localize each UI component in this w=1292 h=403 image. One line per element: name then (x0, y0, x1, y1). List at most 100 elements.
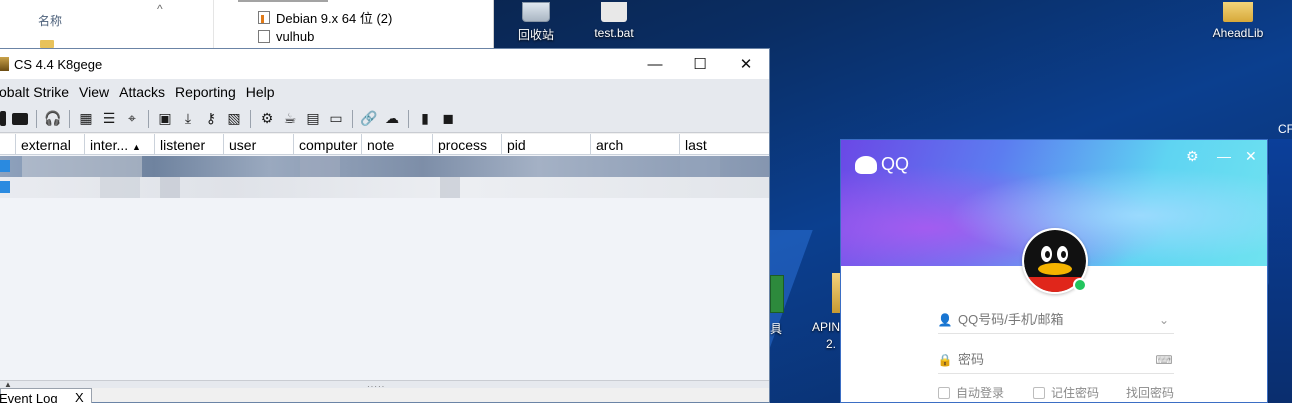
redacted-cell (22, 156, 142, 177)
column-note[interactable]: note (361, 134, 433, 155)
table-row[interactable] (0, 156, 769, 177)
toolbar-separator (408, 109, 409, 128)
column-internal[interactable]: inter... ▲ (84, 134, 154, 155)
folder-icon (832, 273, 840, 313)
desktop-icon-label: CF (1278, 122, 1292, 136)
menu-bar: obalt Strike View Attacks Reporting Help (0, 79, 769, 105)
password-input[interactable] (958, 352, 1154, 367)
settings-button[interactable]: ⚙ (1186, 148, 1199, 165)
tree-item-debian[interactable]: Debian 9.x 64 位 (2) (258, 8, 392, 26)
panel-splitter[interactable]: ▲ ····· (0, 380, 769, 391)
table-row[interactable] (0, 177, 769, 198)
account-input[interactable] (958, 312, 1154, 327)
window-title: CS 4.4 K8gege (14, 57, 103, 72)
toolbar-separator (69, 109, 70, 128)
book-icon[interactable]: ▮ (416, 110, 434, 128)
console-icon[interactable]: ▭ (327, 110, 345, 128)
checkbox[interactable] (938, 386, 950, 399)
tree-item-label: vulhub (276, 28, 315, 44)
minimize-button[interactable]: — (1217, 148, 1231, 164)
retrieve-password-link[interactable]: 找回密码 (1126, 384, 1174, 401)
checkbox[interactable] (1033, 386, 1045, 399)
session-table-icon[interactable]: ☰ (100, 110, 118, 128)
minimize-icon: — (1217, 148, 1231, 164)
remember-password-checkbox[interactable]: 记住密码 (1033, 384, 1099, 401)
gear-icon[interactable]: ⚙ (258, 110, 276, 128)
menu-reporting[interactable]: Reporting (170, 84, 241, 100)
close-icon: ✕ (1245, 148, 1257, 164)
qq-penguin-icon (855, 155, 877, 174)
folder-icon (1223, 2, 1253, 22)
column-name-label[interactable]: 名称 (38, 12, 62, 29)
coffee-icon[interactable]: ☕ (281, 110, 299, 128)
toolbar-separator (250, 109, 251, 128)
column-external[interactable]: external (15, 134, 85, 155)
headphones-icon[interactable]: 🎧 (44, 110, 62, 128)
desktop-icon-label: 具 (769, 322, 782, 336)
menu-help[interactable]: Help (241, 84, 280, 100)
column-pid[interactable]: pid (501, 134, 591, 155)
splitter-grip[interactable]: ····· (367, 382, 385, 391)
user-icon: 👤 (937, 312, 953, 327)
desktop-icon-aheadlib[interactable]: AheadLib (1206, 2, 1270, 40)
pivot-graph-icon[interactable]: ▦ (77, 110, 95, 128)
auto-login-checkbox[interactable]: 自动登录 (938, 384, 1004, 401)
column-listener[interactable]: listener (154, 134, 224, 155)
lock-icon: 🔒 (937, 352, 953, 367)
tab-event-log[interactable]: Event Log X (0, 388, 92, 403)
explorer-column-header[interactable]: 名称 ^ (0, 0, 214, 48)
folder-icon (40, 40, 54, 48)
keyboard-icon[interactable]: ⌨ (1154, 353, 1174, 367)
close-button[interactable]: ✕ (723, 49, 769, 79)
tree-item-vulhub[interactable]: vulhub (258, 27, 314, 45)
key-icon[interactable]: ⚷ (202, 110, 220, 128)
close-button[interactable]: ✕ (1245, 148, 1257, 165)
desktop-icon-cf[interactable]: CF (1278, 122, 1292, 136)
column-user[interactable]: user (223, 134, 293, 155)
desktop-icon-label: 2. (826, 337, 837, 351)
online-status-icon (1073, 278, 1087, 292)
column-last[interactable]: last (679, 134, 769, 155)
cube-icon[interactable]: ◼ (439, 110, 457, 128)
sort-up-icon: ^ (157, 2, 163, 16)
screenshot-icon[interactable]: ▧ (225, 110, 243, 128)
desktop-icon-label: 回收站 (517, 28, 554, 42)
cs-titlebar[interactable]: CS 4.4 K8gege — ☐ ✕ (0, 49, 769, 79)
password-field[interactable]: 🔒 ⌨ (938, 346, 1174, 374)
app-icon[interactable] (770, 275, 784, 313)
document-icon[interactable]: ▤ (304, 110, 322, 128)
chevron-down-icon[interactable]: ⌄ (1154, 313, 1174, 327)
download-icon[interactable]: ⤓ (179, 110, 197, 128)
disconnect-icon[interactable] (11, 110, 29, 128)
desktop-icon-label: test.bat (594, 26, 634, 40)
account-field[interactable]: 👤 ⌄ (938, 306, 1174, 334)
target-icon[interactable]: ⌖ (123, 110, 141, 128)
file-explorer-window: 名称 ^ Debian 9.x 64 位 (2) vulhub (0, 0, 494, 48)
windows-icon (0, 160, 10, 172)
credentials-icon[interactable]: ▣ (156, 110, 174, 128)
column-arch[interactable]: arch (590, 134, 680, 155)
qq-logo: QQ (855, 154, 909, 175)
desktop-icon-recycle-bin[interactable]: 回收站 (514, 2, 558, 43)
cobalt-strike-window: CS 4.4 K8gege — ☐ ✕ obalt Strike View At… (0, 48, 770, 403)
menu-view[interactable]: View (74, 84, 114, 100)
maximize-button[interactable]: ☐ (677, 49, 723, 79)
connect-icon[interactable] (0, 111, 6, 126)
recycle-bin-icon (522, 2, 550, 22)
desktop-icon-apin[interactable]: APIN (812, 320, 842, 334)
column-computer[interactable]: computer (293, 134, 363, 155)
column-process[interactable]: process (432, 134, 502, 155)
desktop-icon-test-bat[interactable]: test.bat (588, 2, 640, 40)
tab-label: Event Log (0, 391, 58, 403)
close-icon: ✕ (739, 56, 753, 73)
minimize-button[interactable]: — (632, 49, 678, 79)
toolbar-separator (148, 109, 149, 128)
avatar-eye (1057, 246, 1068, 262)
menu-attacks[interactable]: Attacks (114, 84, 170, 100)
desktop-icon-label: AheadLib (1212, 26, 1264, 40)
close-tab-icon[interactable]: X (75, 390, 84, 403)
cloud-icon[interactable]: ☁ (383, 110, 401, 128)
avatar-eye (1041, 246, 1052, 262)
menu-cobalt-strike[interactable]: obalt Strike (0, 84, 74, 100)
link-icon[interactable]: 🔗 (360, 110, 378, 128)
